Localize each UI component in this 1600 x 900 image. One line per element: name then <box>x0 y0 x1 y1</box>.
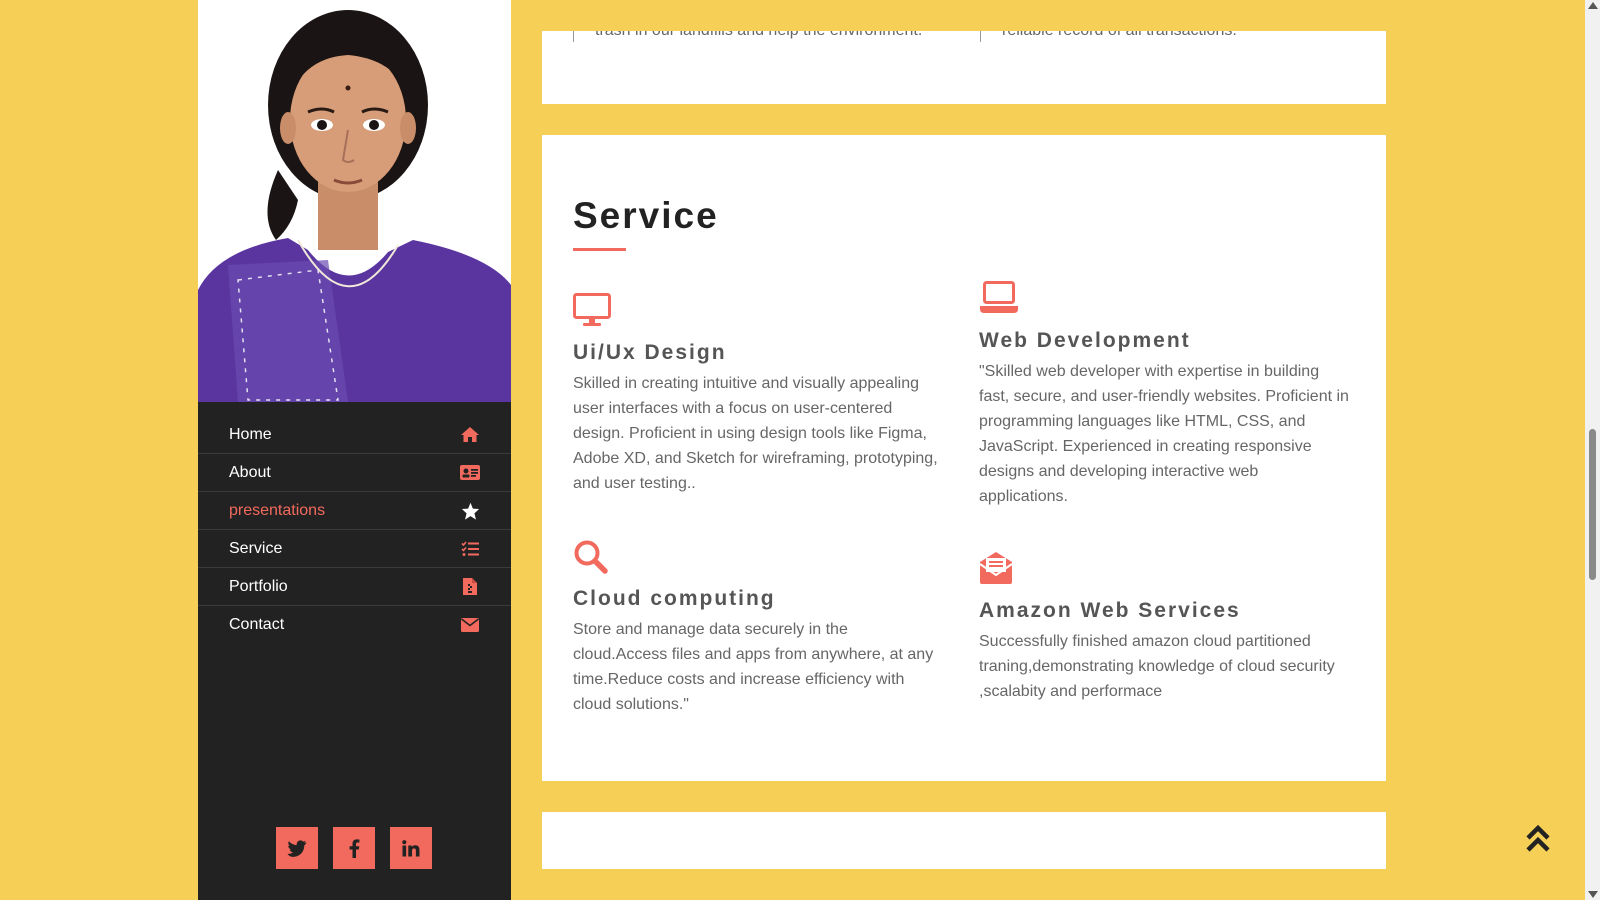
file-icon <box>460 578 480 596</box>
twitter-icon <box>287 839 307 857</box>
divider <box>980 31 981 42</box>
nav-label-about: About <box>229 463 271 481</box>
nav-label-contact: Contact <box>229 616 285 633</box>
service-description: "Skilled web developer with expertise in… <box>979 363 1349 505</box>
nav-item-about[interactable]: About <box>198 454 511 492</box>
main-nav: Home About presentations Service Portfol… <box>198 416 511 644</box>
id-card-icon <box>460 464 480 482</box>
envelope-open-icon <box>979 551 1019 587</box>
previous-section-text-right: reliable record of all transactions. <box>1002 31 1332 43</box>
page-scrollbar[interactable] <box>1585 0 1600 900</box>
linkedin-icon <box>402 839 420 856</box>
nav-item-service[interactable]: Service <box>198 530 511 568</box>
social-links <box>276 827 432 869</box>
nav-item-presentations[interactable]: presentations <box>198 492 511 530</box>
home-icon <box>460 426 480 444</box>
service-description: Successfully finished amazon cloud parti… <box>979 633 1335 700</box>
linkedin-button[interactable] <box>390 827 432 869</box>
previous-section-card: trash in our landfills and help the envi… <box>542 31 1386 104</box>
service-title: Amazon Web Services <box>979 599 1241 622</box>
nav-item-contact[interactable]: Contact <box>198 606 511 644</box>
service-item-cloud-computing: Cloud computing Store and manage data se… <box>573 539 943 717</box>
service-description: Store and manage data securely in the cl… <box>573 621 934 713</box>
service-title: Cloud computing <box>573 587 776 610</box>
twitter-button[interactable] <box>276 827 318 869</box>
nav-label-home: Home <box>229 425 272 443</box>
sidebar: Home About presentations Service Portfol… <box>198 0 511 900</box>
section-title: Service <box>573 195 719 236</box>
divider <box>573 31 574 42</box>
monitor-icon <box>573 293 613 329</box>
service-item-web-development: Web Development "Skilled web developer w… <box>979 281 1349 509</box>
next-section-card <box>542 812 1386 869</box>
nav-label-service: Service <box>229 539 283 557</box>
double-chevron-up-icon <box>1526 824 1550 852</box>
previous-section-text-left: trash in our landfills and help the envi… <box>595 31 925 43</box>
list-icon <box>460 540 480 558</box>
nav-item-home[interactable]: Home <box>198 416 511 454</box>
envelope-icon <box>460 616 480 634</box>
profile-photo <box>198 0 511 402</box>
nav-label-presentations: presentations <box>229 501 326 519</box>
nav-label-portfolio: Portfolio <box>229 577 288 595</box>
service-section: Service Ui/Ux Design Skilled in creating… <box>542 135 1386 781</box>
service-description: Skilled in creating intuitive and visual… <box>573 375 938 492</box>
scrollbar-thumb[interactable] <box>1589 429 1596 580</box>
service-title: Ui/Ux Design <box>573 341 727 364</box>
title-underline <box>573 248 626 251</box>
nav-item-portfolio[interactable]: Portfolio <box>198 568 511 606</box>
scroll-to-top-button[interactable] <box>1525 824 1551 854</box>
service-item-aws: Amazon Web Services Successfully finishe… <box>979 551 1349 704</box>
facebook-icon <box>349 838 359 858</box>
scroll-up-arrow-icon[interactable] <box>1588 2 1598 9</box>
star-icon <box>460 502 480 520</box>
scroll-down-arrow-icon[interactable] <box>1588 891 1598 898</box>
laptop-icon <box>979 281 1019 317</box>
service-item-uiux: Ui/Ux Design Skilled in creating intuiti… <box>573 293 943 496</box>
service-title: Web Development <box>979 329 1191 352</box>
facebook-button[interactable] <box>333 827 375 869</box>
search-icon <box>573 539 613 575</box>
